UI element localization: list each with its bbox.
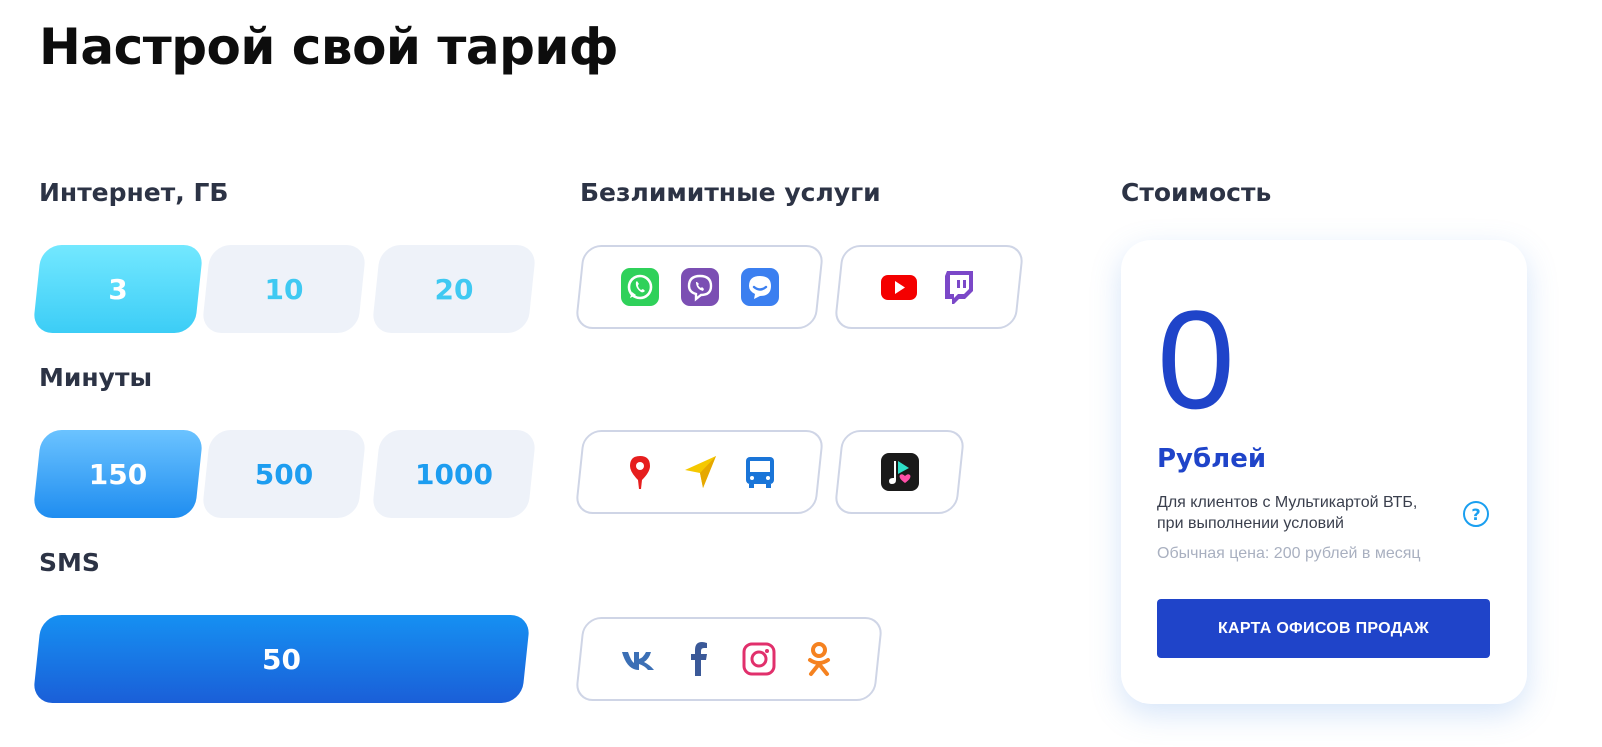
internet-option-label: 3 (108, 272, 128, 306)
minutes-option-label: 1000 (415, 457, 493, 491)
service-bundle-music[interactable] (833, 430, 966, 514)
minutes-title: Минуты (39, 363, 153, 392)
price-card: 0 Рублей Для клиентов с Мультикартой ВТБ… (1121, 240, 1527, 704)
price-value: 0 (1157, 281, 1235, 438)
vk-icon (620, 640, 658, 678)
sales-offices-map-button[interactable]: КАРТА ОФИСОВ ПРОДАЖ (1157, 599, 1490, 658)
sms-option-50[interactable]: 50 (32, 615, 531, 703)
messenger-icon (740, 268, 779, 306)
services-title: Безлимитные услуги (580, 178, 881, 207)
minutes-option-150[interactable]: 150 (32, 430, 204, 518)
map-pin-icon (621, 453, 659, 491)
facebook-icon (680, 640, 718, 678)
navigator-icon (681, 453, 719, 491)
minutes-option-500[interactable]: 500 (201, 430, 367, 518)
price-unit: Рублей (1157, 444, 1267, 474)
service-bundle-navigation[interactable] (574, 430, 825, 514)
service-bundle-social[interactable] (574, 617, 884, 701)
whatsapp-icon (620, 268, 659, 306)
page-title: Настрой свой тариф (39, 18, 619, 76)
regular-price: Обычная цена: 200 рублей в месяц (1157, 545, 1421, 562)
minutes-option-label: 500 (254, 457, 314, 491)
bus-icon (741, 453, 779, 491)
viber-icon (680, 268, 719, 306)
twitch-icon (940, 268, 978, 306)
internet-option-label: 20 (434, 272, 474, 306)
instagram-icon (740, 640, 778, 678)
minutes-option-label: 150 (88, 457, 148, 491)
internet-option-20[interactable]: 20 (371, 245, 537, 333)
internet-option-3[interactable]: 3 (32, 245, 204, 333)
price-condition: Для клиентов с Мультикартой ВТБ, при вып… (1157, 494, 1418, 532)
sms-title: SMS (39, 548, 100, 577)
minutes-option-1000[interactable]: 1000 (371, 430, 537, 518)
service-bundle-video[interactable] (833, 245, 1025, 329)
price-title: Стоимость (1121, 178, 1272, 207)
internet-option-label: 10 (264, 272, 304, 306)
sms-option-label: 50 (262, 642, 301, 676)
odnoklassniki-icon (800, 640, 838, 678)
internet-option-10[interactable]: 10 (201, 245, 367, 333)
service-bundle-messengers[interactable] (574, 245, 825, 329)
youtube-icon (880, 268, 918, 306)
music-icon (880, 453, 919, 491)
help-icon[interactable]: ? (1463, 501, 1489, 527)
internet-title: Интернет, ГБ (39, 178, 229, 207)
